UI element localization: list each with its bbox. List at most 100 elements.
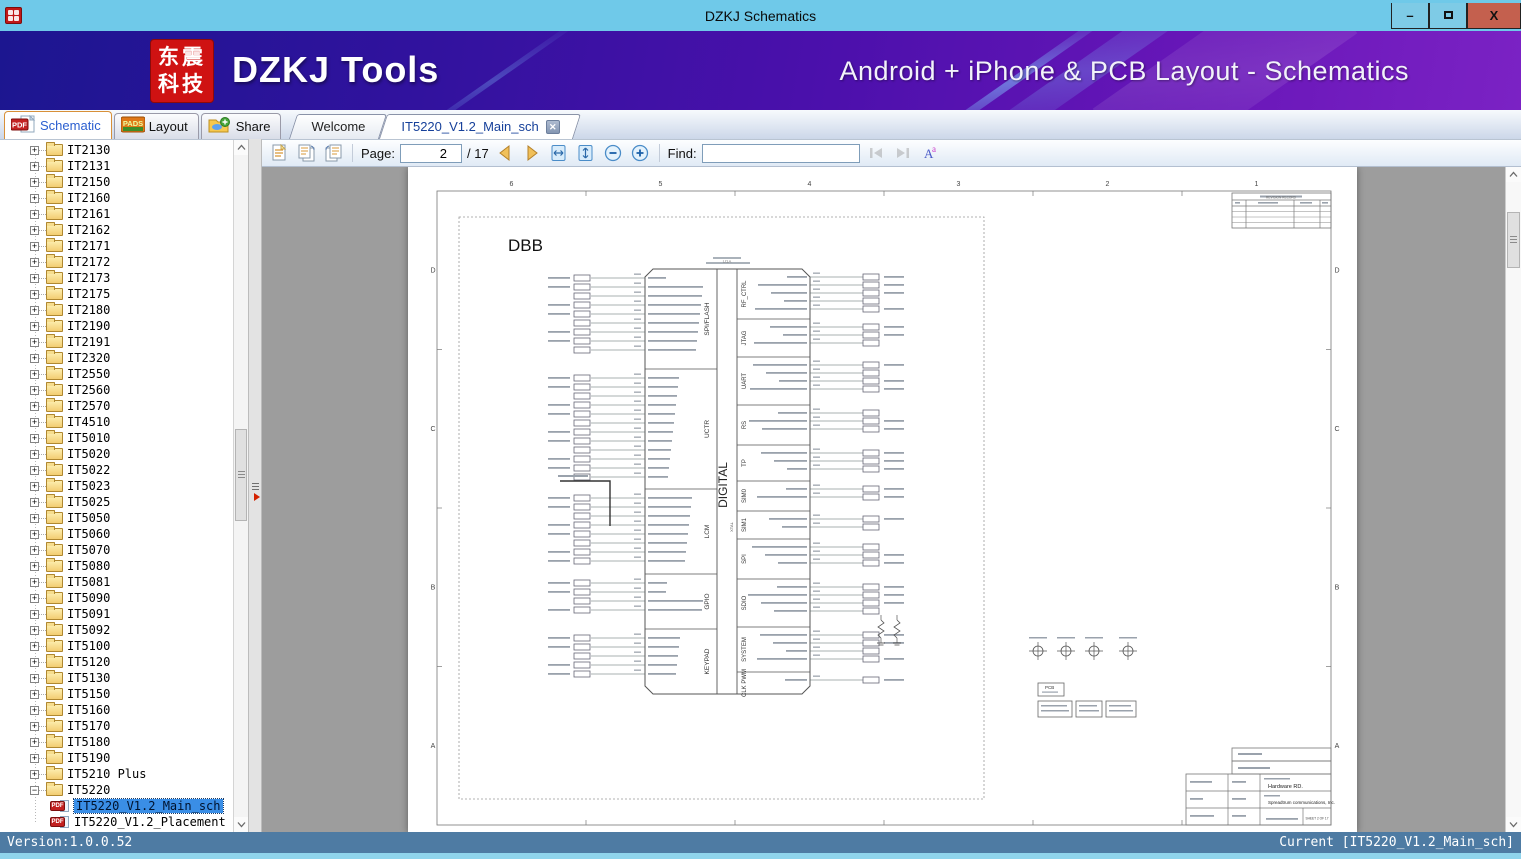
expand-icon[interactable]: + [30, 193, 39, 203]
expand-icon[interactable]: + [30, 561, 39, 571]
tree-folder[interactable]: + IT2160 [0, 190, 233, 206]
expand-icon[interactable]: + [30, 337, 39, 347]
tree-file[interactable]: PDF IT5220_V1.2_Placement [0, 814, 233, 830]
tree-folder[interactable]: + IT5091 [0, 606, 233, 622]
find-previous-icon[interactable] [865, 143, 887, 163]
expand-icon[interactable]: + [30, 705, 39, 715]
expand-icon[interactable]: + [30, 321, 39, 331]
expand-icon[interactable]: + [30, 545, 39, 555]
tree-scroll-down-icon[interactable] [234, 817, 248, 832]
expand-icon[interactable]: + [30, 369, 39, 379]
expand-icon[interactable]: + [30, 385, 39, 395]
tree-folder[interactable]: + IT2175 [0, 286, 233, 302]
panel-splitter[interactable] [248, 139, 262, 832]
splitter-collapse-icon[interactable] [254, 493, 260, 501]
tab-share[interactable]: Share [200, 113, 282, 139]
tree-folder[interactable]: + IT4510 [0, 414, 233, 430]
find-input[interactable] [701, 143, 860, 163]
expand-icon[interactable]: + [30, 721, 39, 731]
zoom-out-icon[interactable] [602, 143, 624, 163]
expand-icon[interactable]: + [30, 305, 39, 315]
tree-folder[interactable]: + IT2173 [0, 270, 233, 286]
minimize-button[interactable]: – [1391, 2, 1429, 29]
tree-folder[interactable]: + IT2560 [0, 382, 233, 398]
expand-icon[interactable]: + [30, 641, 39, 651]
tree-folder[interactable]: + IT5170 [0, 718, 233, 734]
expand-icon[interactable]: + [30, 609, 39, 619]
tree-folder[interactable]: + IT5092 [0, 622, 233, 638]
tree-folder[interactable]: + IT5010 [0, 430, 233, 446]
expand-icon[interactable]: + [30, 673, 39, 683]
expand-icon[interactable]: + [30, 209, 39, 219]
expand-icon[interactable]: + [30, 529, 39, 539]
expand-icon[interactable]: + [30, 465, 39, 475]
tree-folder[interactable]: + IT5080 [0, 558, 233, 574]
next-page-icon[interactable] [521, 143, 543, 163]
expand-icon[interactable]: + [30, 657, 39, 667]
tree-folder[interactable]: + IT2172 [0, 254, 233, 270]
tree-folder[interactable]: + IT2190 [0, 318, 233, 334]
zoom-in-icon[interactable] [629, 143, 651, 163]
expand-icon[interactable]: + [30, 241, 39, 251]
find-next-icon[interactable] [892, 143, 914, 163]
tree-folder[interactable]: + IT5023 [0, 478, 233, 494]
expand-icon[interactable]: + [30, 401, 39, 411]
expand-icon[interactable]: + [30, 625, 39, 635]
collapse-icon[interactable]: − [30, 785, 39, 795]
tree-folder[interactable]: − IT5220 [0, 782, 233, 798]
close-button[interactable]: X [1467, 2, 1521, 29]
tree-folder[interactable]: + IT2131 [0, 158, 233, 174]
doc-tab-welcome[interactable]: Welcome [289, 114, 388, 139]
tree-scrollbar[interactable] [233, 140, 248, 832]
tree-file[interactable]: PDF IT5220_V1.2_Main_sch [0, 798, 233, 814]
tree-folder[interactable]: + IT2550 [0, 366, 233, 382]
doc-tab-main-sch[interactable]: IT5220_V1.2_Main_sch ✕ [379, 114, 582, 139]
tree-folder[interactable]: + IT2150 [0, 174, 233, 190]
tree-folder[interactable]: + IT2130 [0, 142, 233, 158]
expand-icon[interactable]: + [30, 769, 39, 779]
expand-icon[interactable]: + [30, 289, 39, 299]
tree-folder[interactable]: + IT5070 [0, 542, 233, 558]
rotate-right-icon[interactable] [322, 143, 344, 163]
tab-schematic[interactable]: PDF Schematic [4, 111, 112, 139]
expand-icon[interactable]: + [30, 433, 39, 443]
tree-folder[interactable]: + IT5020 [0, 446, 233, 462]
expand-icon[interactable]: + [30, 449, 39, 459]
expand-icon[interactable]: + [30, 273, 39, 283]
tab-layout[interactable]: PADS Layout [113, 113, 199, 139]
expand-icon[interactable]: + [30, 481, 39, 491]
expand-icon[interactable]: + [30, 513, 39, 523]
tree-folder[interactable]: + IT5050 [0, 510, 233, 526]
tree-folder[interactable]: + IT5022 [0, 462, 233, 478]
expand-icon[interactable]: + [30, 577, 39, 587]
pdf-scroll-down-icon[interactable] [1506, 817, 1521, 832]
page-input[interactable] [399, 143, 462, 163]
maximize-button[interactable] [1429, 2, 1467, 29]
expand-icon[interactable]: + [30, 257, 39, 267]
tree-folder[interactable]: + IT5160 [0, 702, 233, 718]
pdf-viewport[interactable]: 6 5 4 3 2 1 D D C C B B A A DBB U1A DIGITAL XTAL SPI/FLASH… [262, 167, 1521, 832]
match-case-icon[interactable]: Aa [919, 143, 941, 163]
expand-icon[interactable]: + [30, 353, 39, 363]
tree-folder[interactable]: + IT5190 [0, 750, 233, 766]
tree-folder[interactable]: + IT5081 [0, 574, 233, 590]
tree-folder[interactable]: + IT5210 Plus [0, 766, 233, 782]
expand-icon[interactable]: + [30, 145, 39, 155]
expand-icon[interactable]: + [30, 753, 39, 763]
tree-folder[interactable]: + IT5130 [0, 670, 233, 686]
tree-folder[interactable]: + IT5090 [0, 590, 233, 606]
tree-folder[interactable]: + IT5150 [0, 686, 233, 702]
schematic-page[interactable]: 6 5 4 3 2 1 D D C C B B A A DBB U1A DIGITAL XTAL SPI/FLASH… [408, 167, 1357, 832]
previous-page-icon[interactable] [494, 143, 516, 163]
pdf-scrollbar[interactable] [1505, 167, 1521, 832]
tree-folder[interactable]: + IT5120 [0, 654, 233, 670]
rotate-left-icon[interactable] [295, 143, 317, 163]
tree-folder[interactable]: + IT2320 [0, 350, 233, 366]
expand-icon[interactable]: + [30, 417, 39, 427]
fit-page-icon[interactable] [575, 143, 597, 163]
tree-folder[interactable]: + IT2180 [0, 302, 233, 318]
tree-folder[interactable]: + IT2162 [0, 222, 233, 238]
tree-folder[interactable]: + IT2171 [0, 238, 233, 254]
tree-folder[interactable]: + IT2570 [0, 398, 233, 414]
page-thumbnail-icon[interactable] [268, 143, 290, 163]
